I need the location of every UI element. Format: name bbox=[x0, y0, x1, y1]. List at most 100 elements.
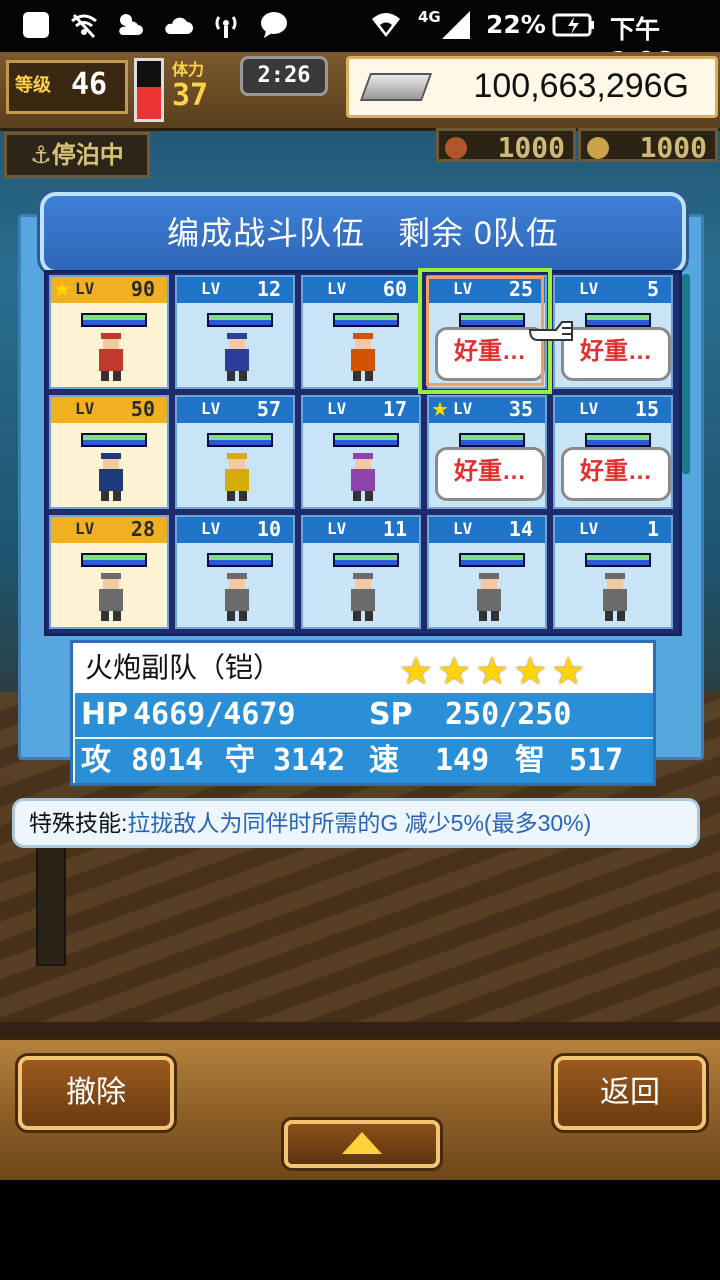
unit-level: 11 bbox=[382, 517, 407, 541]
team-title: 编成战斗队伍 剩余 0队伍 bbox=[167, 215, 559, 251]
top-hud: 等级 46 体力 37 2:26 100,663,296G bbox=[0, 52, 720, 131]
unit-sp-fill bbox=[335, 560, 397, 565]
unit-cell[interactable]: LV 15 好重… bbox=[553, 395, 673, 509]
grid-scrollbar[interactable] bbox=[682, 274, 690, 474]
back-button[interactable]: 返回 bbox=[554, 1056, 706, 1130]
unit-hp-bar bbox=[585, 433, 651, 447]
unit-cell[interactable]: LV 10 bbox=[175, 515, 295, 629]
unit-cell[interactable]: LV 17 bbox=[301, 395, 421, 509]
unit-lv-label: LV bbox=[453, 519, 473, 538]
pointer-hand-icon bbox=[528, 321, 573, 341]
unit-sp-fill bbox=[335, 440, 397, 445]
unit-hp-bar bbox=[333, 433, 399, 447]
unit-sprite-icon bbox=[225, 573, 249, 621]
unit-level: 10 bbox=[256, 517, 281, 541]
unit-sprite-icon bbox=[603, 573, 627, 621]
unit-sp-fill bbox=[587, 320, 649, 325]
unit-level-header: LV 12 bbox=[177, 277, 293, 303]
unit-lv-label: LV bbox=[453, 399, 473, 418]
unit-level: 90 bbox=[130, 277, 155, 301]
nav-area bbox=[0, 1180, 720, 1280]
remove-button[interactable]: 撤除 bbox=[18, 1056, 174, 1130]
unit-hp-bar bbox=[207, 313, 273, 327]
unit-cell[interactable]: LV 50 bbox=[49, 395, 169, 509]
unit-cell[interactable]: LV 1 bbox=[553, 515, 673, 629]
atk-value: 8014 bbox=[131, 743, 204, 778]
unit-info: 火炮副队（铠） ★★★★★ HP 4669/4679 SP 250/250 攻 … bbox=[70, 640, 656, 786]
busy-speech-bubble: 好重… bbox=[561, 447, 671, 501]
unit-level-header: LV 60 bbox=[303, 277, 419, 303]
network-type: 4G bbox=[418, 8, 441, 26]
resource-1-value: 1000 bbox=[497, 131, 565, 164]
unit-level-header: LV 1 bbox=[555, 517, 671, 543]
unit-cell[interactable]: LV 60 bbox=[301, 275, 421, 389]
unit-level-header: LV 50 bbox=[51, 397, 167, 423]
busy-speech-bubble: 好重… bbox=[435, 447, 545, 501]
resource-2-value: 1000 bbox=[639, 131, 707, 164]
unit-sprite-icon bbox=[99, 453, 123, 501]
unit-sprite-icon bbox=[351, 333, 375, 381]
battery-percent: 22% bbox=[486, 10, 546, 39]
unit-sp-fill bbox=[335, 320, 397, 325]
unit-sprite-icon bbox=[225, 453, 249, 501]
unit-sp-fill bbox=[209, 440, 271, 445]
unit-rarity-stars: ★★★★★ bbox=[399, 649, 590, 693]
weather-icon bbox=[119, 14, 143, 35]
ship-mast bbox=[36, 842, 66, 966]
unit-hp-bar bbox=[81, 553, 147, 567]
unit-level: 57 bbox=[256, 397, 281, 421]
unit-level-header: ★ LV 35 bbox=[429, 397, 545, 423]
sp-label: SP bbox=[369, 697, 413, 732]
unit-sprite-icon bbox=[351, 573, 375, 621]
unit-sp-fill bbox=[587, 560, 649, 565]
unit-level: 50 bbox=[130, 397, 155, 421]
unit-hp-bar bbox=[81, 313, 147, 327]
unit-cell[interactable]: LV 14 bbox=[427, 515, 547, 629]
signal-icon bbox=[442, 11, 470, 39]
star-icon: ★ bbox=[431, 397, 449, 421]
wifi-blocked-icon bbox=[71, 13, 97, 39]
silver-bar-icon bbox=[359, 73, 433, 101]
unit-hp-bar bbox=[81, 433, 147, 447]
level-box: 等级 46 bbox=[6, 60, 128, 114]
unit-cell[interactable]: ★ LV 35 好重… bbox=[427, 395, 547, 509]
unit-sprite-icon bbox=[225, 333, 249, 381]
skill-label: 特殊技能: bbox=[29, 810, 128, 836]
resource-2: 1000 bbox=[578, 128, 718, 164]
stat-row-attrs: 攻 8014 守 3142 速 149 智 517 bbox=[75, 739, 653, 783]
unit-lv-label: LV bbox=[579, 279, 599, 298]
unit-level: 17 bbox=[382, 397, 407, 421]
team-title-bar: 编成战斗队伍 剩余 0队伍 bbox=[40, 192, 686, 274]
unit-lv-label: LV bbox=[327, 519, 347, 538]
unit-lv-label: LV bbox=[75, 399, 95, 418]
expand-button[interactable] bbox=[284, 1120, 440, 1168]
stamina-gauge-fill bbox=[137, 87, 161, 119]
anchor-icon: ⚓ bbox=[30, 141, 52, 169]
spd-label: 速 bbox=[369, 743, 399, 778]
unit-cell[interactable]: LV 11 bbox=[301, 515, 421, 629]
sp-value: 250/250 bbox=[445, 697, 572, 732]
level-label: 等级 bbox=[15, 75, 51, 96]
unit-level-header: LV 10 bbox=[177, 517, 293, 543]
hotspot-icon bbox=[215, 16, 237, 38]
unit-lv-label: LV bbox=[201, 519, 221, 538]
unit-cell[interactable]: LV 12 bbox=[175, 275, 295, 389]
resource-1: 1000 bbox=[436, 128, 576, 164]
unit-cell[interactable]: LV 28 bbox=[49, 515, 169, 629]
gold-display[interactable]: 100,663,296G bbox=[346, 56, 718, 118]
unit-hp-bar bbox=[207, 433, 273, 447]
unit-cell[interactable]: ★ LV 90 bbox=[49, 275, 169, 389]
unit-cell[interactable]: LV 57 bbox=[175, 395, 295, 509]
unit-level: 14 bbox=[508, 517, 533, 541]
unit-lv-label: LV bbox=[75, 519, 95, 538]
dock-status[interactable]: ⚓停泊中 bbox=[4, 132, 150, 178]
dock-status-label: 停泊中 bbox=[51, 141, 124, 169]
unit-hp-bar bbox=[207, 553, 273, 567]
hp-label: HP bbox=[81, 697, 129, 732]
unit-hp-bar bbox=[459, 433, 525, 447]
unit-level: 15 bbox=[634, 397, 659, 421]
unit-level: 5 bbox=[646, 277, 659, 301]
unit-lv-label: LV bbox=[579, 519, 599, 538]
unit-level: 12 bbox=[256, 277, 281, 301]
unit-sprite-icon bbox=[99, 573, 123, 621]
